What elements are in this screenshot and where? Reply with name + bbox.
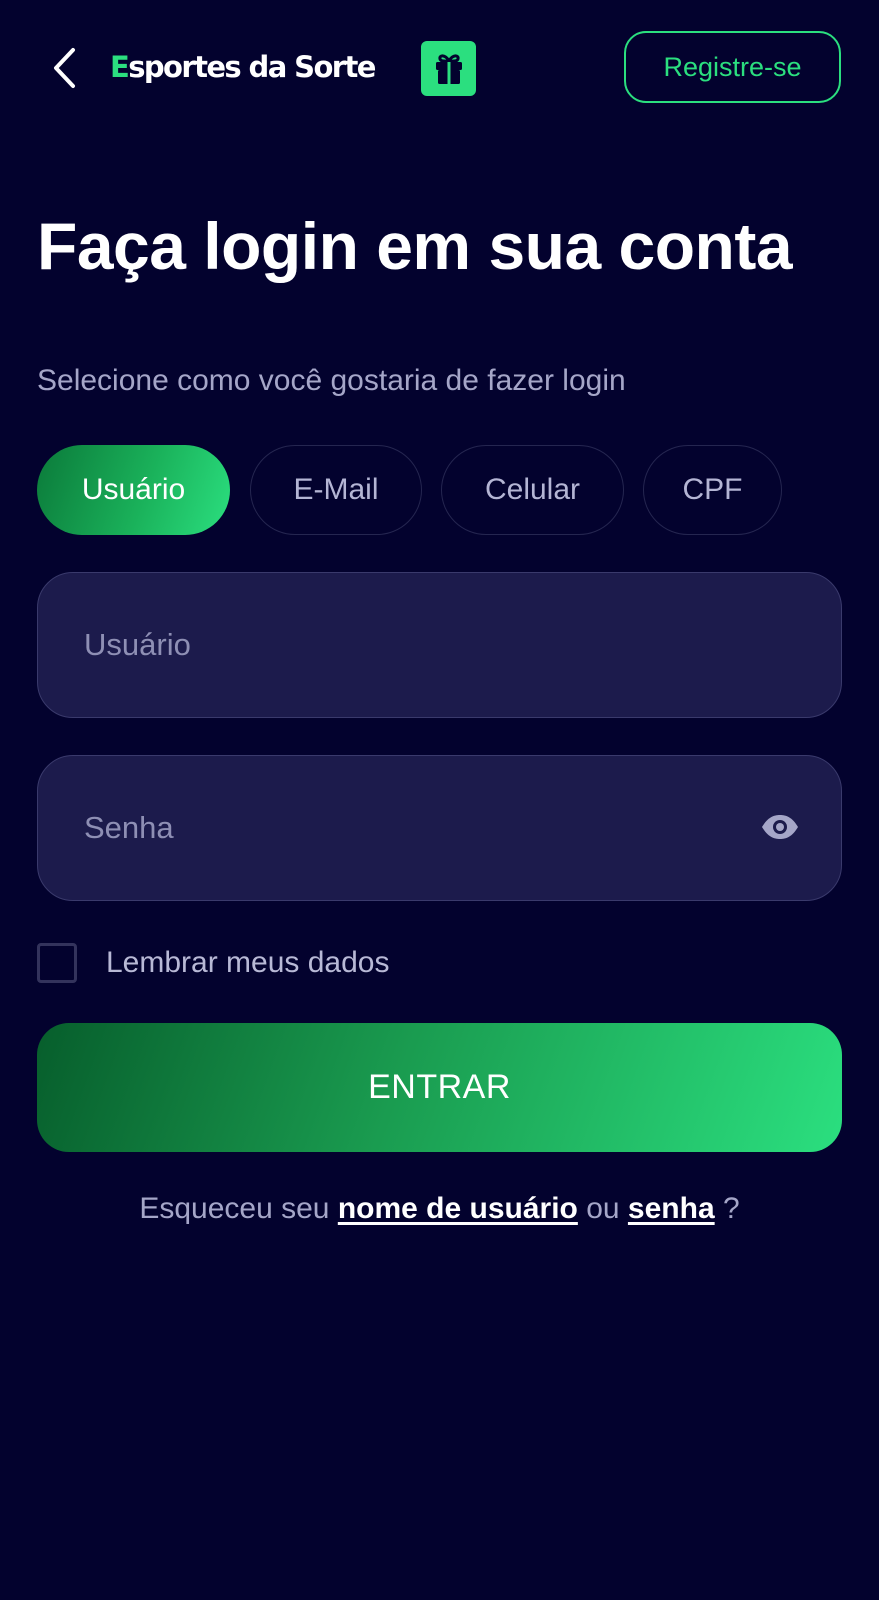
register-button[interactable]: Registre-se — [624, 31, 841, 103]
page-title: Faça login em sua conta — [37, 209, 793, 283]
logo-text: Esportes da Sorte — [110, 50, 376, 84]
forgot-password-link[interactable]: senha — [628, 1192, 715, 1225]
tab-cpf[interactable]: CPF — [643, 445, 782, 535]
password-field — [37, 755, 842, 901]
chevron-left-icon — [54, 48, 75, 88]
tab-celular[interactable]: Celular — [441, 445, 624, 535]
header: Esportes da Sorte Registre-se — [0, 0, 879, 140]
forgot-username-link[interactable]: nome de usuário — [338, 1192, 578, 1225]
forgot-prefix: Esqueceu seu — [139, 1192, 330, 1225]
tab-usuario[interactable]: Usuário — [37, 445, 230, 535]
eye-icon — [762, 815, 798, 839]
back-button[interactable] — [44, 44, 84, 92]
gift-icon — [435, 53, 462, 84]
login-method-subtitle: Selecione como você gostaria de fazer lo… — [37, 364, 626, 397]
logo-rest: sportes da Sorte — [128, 50, 376, 84]
username-field — [37, 572, 842, 718]
username-input[interactable] — [84, 573, 724, 716]
forgot-middle: ou — [586, 1192, 620, 1225]
logo: Esportes da Sorte — [110, 42, 376, 92]
gift-button[interactable] — [421, 41, 476, 96]
remember-me: Lembrar meus dados — [37, 940, 389, 986]
remember-checkbox[interactable] — [37, 943, 77, 983]
toggle-password-visibility[interactable] — [759, 806, 801, 848]
tab-email[interactable]: E-Mail — [250, 445, 422, 535]
forgot-credentials: Esqueceu seu nome de usuário ou senha ? — [0, 1192, 879, 1226]
forgot-suffix: ? — [722, 1192, 740, 1225]
password-input[interactable] — [84, 756, 724, 899]
logo-first-letter: E — [110, 50, 130, 84]
remember-label: Lembrar meus dados — [106, 946, 390, 979]
login-button[interactable]: ENTRAR — [37, 1023, 842, 1152]
